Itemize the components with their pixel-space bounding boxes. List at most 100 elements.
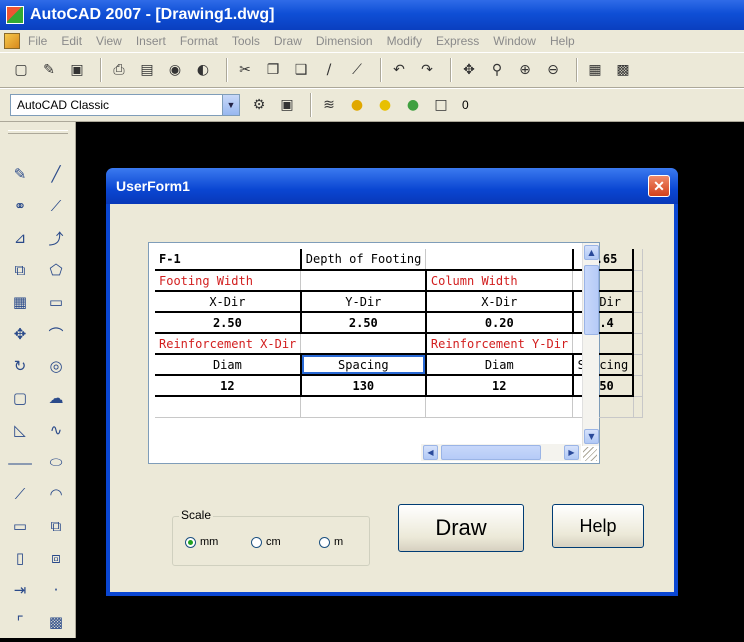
radio-button[interactable] bbox=[251, 536, 262, 548]
grid-cell[interactable]: Reinforcement X-Dir bbox=[155, 333, 302, 355]
help-button[interactable]: Help bbox=[552, 504, 644, 548]
grid-cell[interactable]: 130 bbox=[300, 375, 427, 397]
lock-icon[interactable]: ● bbox=[402, 94, 424, 116]
zoom-window-icon[interactable]: ⊕ bbox=[514, 59, 536, 81]
grid-cell[interactable]: 2.50 bbox=[155, 312, 302, 334]
rectangle-icon[interactable]: ▭ bbox=[44, 290, 68, 314]
scale-option-mm[interactable]: mm bbox=[185, 536, 218, 548]
menu-view[interactable]: View bbox=[96, 34, 122, 48]
menu-modify[interactable]: Modify bbox=[387, 34, 422, 48]
scroll-up-icon[interactable]: ▲ bbox=[584, 245, 599, 260]
block-editor-icon[interactable]: ⟋ bbox=[346, 59, 368, 81]
scroll-left-icon[interactable]: ◀ bbox=[423, 445, 438, 460]
grid-cell[interactable]: Diam bbox=[155, 354, 302, 376]
scroll-down-icon[interactable]: ▼ bbox=[584, 429, 599, 444]
grid-cell[interactable]: Diam bbox=[425, 354, 574, 376]
grid-cell[interactable]: 12 bbox=[425, 375, 574, 397]
open-icon[interactable]: ✎ bbox=[38, 59, 60, 81]
menu-draw[interactable]: Draw bbox=[274, 34, 302, 48]
scroll-right-icon[interactable]: ▶ bbox=[564, 445, 579, 460]
sun-icon[interactable]: ● bbox=[374, 94, 396, 116]
grid-cell[interactable]: Depth of Footing bbox=[300, 249, 427, 271]
publish-icon[interactable]: ◉ bbox=[164, 59, 186, 81]
grid-cell[interactable] bbox=[633, 375, 644, 397]
grid-cell[interactable] bbox=[633, 312, 644, 334]
join-icon[interactable]: ▯ bbox=[8, 546, 32, 570]
grid-cell[interactable] bbox=[633, 291, 644, 313]
scale-icon[interactable]: ▢ bbox=[8, 386, 32, 410]
vertical-scrollbar[interactable]: ▲ ▼ bbox=[582, 243, 599, 446]
grid-cell[interactable]: Column Width bbox=[425, 270, 574, 292]
menu-dimension[interactable]: Dimension bbox=[316, 34, 373, 48]
chamfer-icon[interactable]: ⇥ bbox=[8, 578, 32, 602]
hatch-icon[interactable]: ▩ bbox=[44, 610, 68, 634]
grid-cell[interactable]: X-Dir bbox=[155, 291, 302, 313]
copy-object-icon[interactable]: ⚭ bbox=[8, 194, 32, 218]
trim-icon[interactable]: ⸺ bbox=[7, 450, 32, 474]
resize-grip[interactable] bbox=[583, 447, 597, 461]
scroll-thumb[interactable] bbox=[441, 445, 541, 460]
zoom-previous-icon[interactable]: ⊖ bbox=[542, 59, 564, 81]
arc-icon[interactable]: ⌒ bbox=[44, 322, 68, 346]
color-swatch-icon[interactable]: □ bbox=[430, 94, 452, 116]
draw-button[interactable]: Draw bbox=[398, 504, 524, 552]
workspace-dropdown[interactable]: AutoCAD Classic ▼ bbox=[10, 94, 240, 116]
extend-icon[interactable]: ⟋ bbox=[8, 482, 32, 506]
light-bulb-icon[interactable]: ● bbox=[346, 94, 368, 116]
spline-icon[interactable]: ∿ bbox=[44, 418, 68, 442]
plot-icon[interactable]: ⎙ bbox=[108, 59, 130, 81]
current-layer[interactable]: 0 bbox=[462, 98, 469, 112]
plot-preview-icon[interactable]: ▤ bbox=[136, 59, 158, 81]
new-icon[interactable]: ▢ bbox=[10, 59, 32, 81]
array-icon[interactable]: ▦ bbox=[8, 290, 32, 314]
pan-icon[interactable]: ✥ bbox=[458, 59, 480, 81]
radio-button[interactable] bbox=[319, 536, 330, 548]
grid-cell-selected[interactable]: Spacing bbox=[300, 354, 427, 376]
grid-cell[interactable]: F-1 bbox=[155, 249, 302, 271]
scale-option-cm[interactable]: cm bbox=[251, 536, 281, 548]
properties-icon[interactable]: ▦ bbox=[584, 59, 606, 81]
grid-cell[interactable]: 0.20 bbox=[425, 312, 574, 334]
circle-icon[interactable]: ◎ bbox=[44, 354, 68, 378]
line-icon[interactable]: ╱ bbox=[44, 162, 68, 186]
menu-insert[interactable]: Insert bbox=[136, 34, 166, 48]
offset-icon[interactable]: ⧉ bbox=[8, 258, 32, 282]
my-workspace-icon[interactable]: ▣ bbox=[276, 94, 298, 116]
erase-icon[interactable]: ✎ bbox=[8, 162, 32, 186]
polygon-icon[interactable]: ⬠ bbox=[44, 258, 68, 282]
horizontal-scrollbar[interactable]: ◀ ▶ bbox=[421, 444, 581, 461]
grid-cell[interactable] bbox=[425, 249, 574, 271]
radio-button-checked[interactable] bbox=[185, 536, 196, 548]
rotate-icon[interactable]: ↻ bbox=[8, 354, 32, 378]
close-button[interactable]: ✕ bbox=[648, 175, 670, 197]
grid-cell[interactable] bbox=[300, 270, 427, 292]
undo-icon[interactable]: ↶ bbox=[388, 59, 410, 81]
move-icon[interactable]: ✥ bbox=[8, 322, 32, 346]
grid-cell[interactable] bbox=[633, 354, 644, 376]
redo-icon[interactable]: ↷ bbox=[416, 59, 438, 81]
grid-cell[interactable] bbox=[155, 396, 302, 418]
userform-title-bar[interactable]: UserForm1 ✕ bbox=[106, 168, 678, 204]
make-block-icon[interactable]: ⧈ bbox=[44, 546, 68, 570]
grid-cell[interactable]: Y-Dir bbox=[300, 291, 427, 313]
spreadsheet-control[interactable]: F-1 Depth of Footing 0.65 Footing Width … bbox=[148, 242, 644, 464]
point-icon[interactable]: · bbox=[44, 578, 68, 602]
grid-cell[interactable] bbox=[633, 270, 644, 292]
grid-cell[interactable] bbox=[633, 333, 644, 355]
menu-edit[interactable]: Edit bbox=[61, 34, 82, 48]
grid-cell[interactable]: 2.50 bbox=[300, 312, 427, 334]
menu-help[interactable]: Help bbox=[550, 34, 575, 48]
zoom-realtime-icon[interactable]: ⚲ bbox=[486, 59, 508, 81]
grid-cell[interactable]: Reinforcement Y-Dir bbox=[425, 333, 574, 355]
toolbar-grip[interactable] bbox=[8, 130, 68, 134]
ellipse-icon[interactable]: ⬭ bbox=[44, 450, 68, 474]
grid-cell[interactable]: X-Dir bbox=[425, 291, 574, 313]
copy-icon[interactable]: ❐ bbox=[262, 59, 284, 81]
grid-cell[interactable] bbox=[300, 333, 427, 355]
scale-option-m[interactable]: m bbox=[319, 536, 343, 548]
scroll-thumb[interactable] bbox=[584, 265, 599, 335]
match-properties-icon[interactable]: / bbox=[318, 59, 340, 81]
break-icon[interactable]: ▭ bbox=[8, 514, 32, 538]
menu-tools[interactable]: Tools bbox=[232, 34, 260, 48]
chevron-down-icon[interactable]: ▼ bbox=[222, 95, 239, 115]
